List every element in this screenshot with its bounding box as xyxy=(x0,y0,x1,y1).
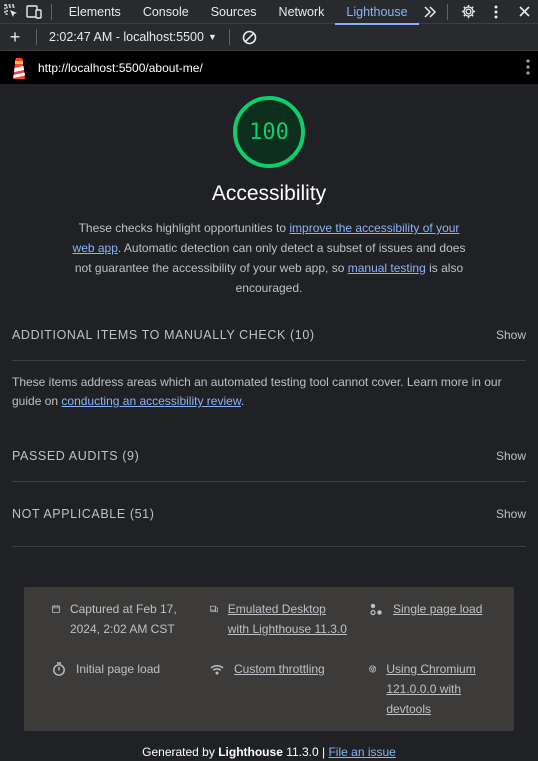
lighthouse-name: Lighthouse xyxy=(218,745,283,759)
manual-testing-link[interactable]: manual testing xyxy=(348,261,426,275)
chromium-icon xyxy=(369,665,377,673)
score-gauge: 100 xyxy=(233,96,305,168)
dropdown-triangle-icon: ▼ xyxy=(207,32,217,42)
category-title: Accessibility xyxy=(211,182,327,205)
emulated-desktop-link[interactable]: Emulated Desktop with Lighthouse 11.3.0 xyxy=(228,599,350,639)
inspect-element-icon[interactable] xyxy=(0,0,22,24)
kebab-menu-icon[interactable] xyxy=(482,0,510,24)
toolbar-divider-2 xyxy=(228,29,230,45)
generated-by-footer: Generated by Lighthouse 11.3.0 | File an… xyxy=(12,745,526,759)
manual-desc-end: . xyxy=(240,394,245,408)
runtime-info-panel: Captured at Feb 17, 2024, 2:02 AM CST Em… xyxy=(24,587,514,731)
settings-gear-icon[interactable] xyxy=(454,0,482,24)
initial-load-text: Initial page load xyxy=(76,662,161,676)
passed-audits-group[interactable]: PASSED AUDITS (9) Show xyxy=(12,430,526,482)
devtools-tabbar: Elements Console Sources Network Lightho… xyxy=(0,0,538,25)
stopwatch-icon xyxy=(53,662,65,676)
calendar-icon xyxy=(52,605,60,613)
manual-checks-group[interactable]: ADDITIONAL ITEMS TO MANUALLY CHECK (10) … xyxy=(12,309,526,361)
tab-console[interactable]: Console xyxy=(132,0,200,24)
report-selector[interactable]: 2:02:47 AM - localhost:5500 ▼ xyxy=(43,30,223,44)
toolbar-divider xyxy=(36,29,37,45)
manual-checks-title: ADDITIONAL ITEMS TO MANUALLY CHECK (10) xyxy=(12,327,315,342)
tab-elements[interactable]: Elements xyxy=(58,0,132,24)
category-description: These checks highlight opportunities to … xyxy=(69,218,469,298)
tab-lighthouse[interactable]: Lighthouse xyxy=(335,0,419,25)
info-captured: Captured at Feb 17, 2024, 2:02 AM CST xyxy=(52,599,192,639)
chromium-version-link[interactable]: Using Chromium 121.0.0.0 with devtools xyxy=(386,659,499,719)
tab-network[interactable]: Network xyxy=(268,0,336,24)
lighthouse-report: 100 Accessibility These checks highlight… xyxy=(0,84,538,761)
report-url: http://localhost:5500/about-me/ xyxy=(38,60,203,75)
clear-block-icon[interactable] xyxy=(236,25,264,49)
tabbar-divider xyxy=(50,3,52,20)
custom-throttling-link[interactable]: Custom throttling xyxy=(234,659,325,679)
single-load-dots-icon xyxy=(370,603,382,616)
lighthouse-logo-icon xyxy=(13,57,25,79)
generated-by-text: Generated by xyxy=(142,745,219,759)
passed-audits-title: PASSED AUDITS (9) xyxy=(12,448,140,463)
info-single-load: Single page load xyxy=(369,599,499,619)
desc-text-1: These checks highlight opportunities to xyxy=(78,221,290,235)
not-applicable-group[interactable]: NOT APPLICABLE (51) Show xyxy=(12,482,526,547)
lighthouse-version: 11.3.0 | xyxy=(282,745,329,759)
lighthouse-toolbar: + 2:02:47 AM - localhost:5500 ▼ xyxy=(0,24,538,51)
report-selector-label: 2:02:47 AM - localhost:5500 xyxy=(49,30,204,44)
more-tabs-icon[interactable] xyxy=(419,0,441,24)
manual-checks-description: These items address areas which an autom… xyxy=(12,361,526,423)
info-throttling: Custom throttling xyxy=(210,659,350,679)
new-report-plus-icon[interactable]: + xyxy=(0,28,30,46)
manual-checks-show-toggle[interactable]: Show xyxy=(496,328,526,342)
info-emulated: Emulated Desktop with Lighthouse 11.3.0 xyxy=(210,599,350,639)
passed-audits-show-toggle[interactable]: Show xyxy=(496,449,526,463)
info-chromium: Using Chromium 121.0.0.0 with devtools xyxy=(369,659,499,719)
info-initial-load: Initial page load xyxy=(52,659,192,679)
report-menu-icon[interactable] xyxy=(526,59,530,78)
not-applicable-show-toggle[interactable]: Show xyxy=(496,507,526,521)
tab-sources[interactable]: Sources xyxy=(200,0,268,24)
close-icon[interactable] xyxy=(510,0,538,24)
single-page-load-link[interactable]: Single page load xyxy=(393,599,482,619)
captured-text: Captured at Feb 17, 2024, 2:02 AM CST xyxy=(69,602,177,636)
accessibility-review-link[interactable]: conducting an accessibility review xyxy=(61,394,240,408)
device-toolbar-icon[interactable] xyxy=(22,0,44,24)
file-an-issue-link[interactable]: File an issue xyxy=(328,745,395,759)
report-url-bar: http://localhost:5500/about-me/ xyxy=(0,51,538,84)
wifi-throttling-icon xyxy=(210,664,224,675)
devices-icon xyxy=(210,605,218,613)
not-applicable-title: NOT APPLICABLE (51) xyxy=(12,507,155,521)
tabbar-divider-right xyxy=(447,3,449,20)
